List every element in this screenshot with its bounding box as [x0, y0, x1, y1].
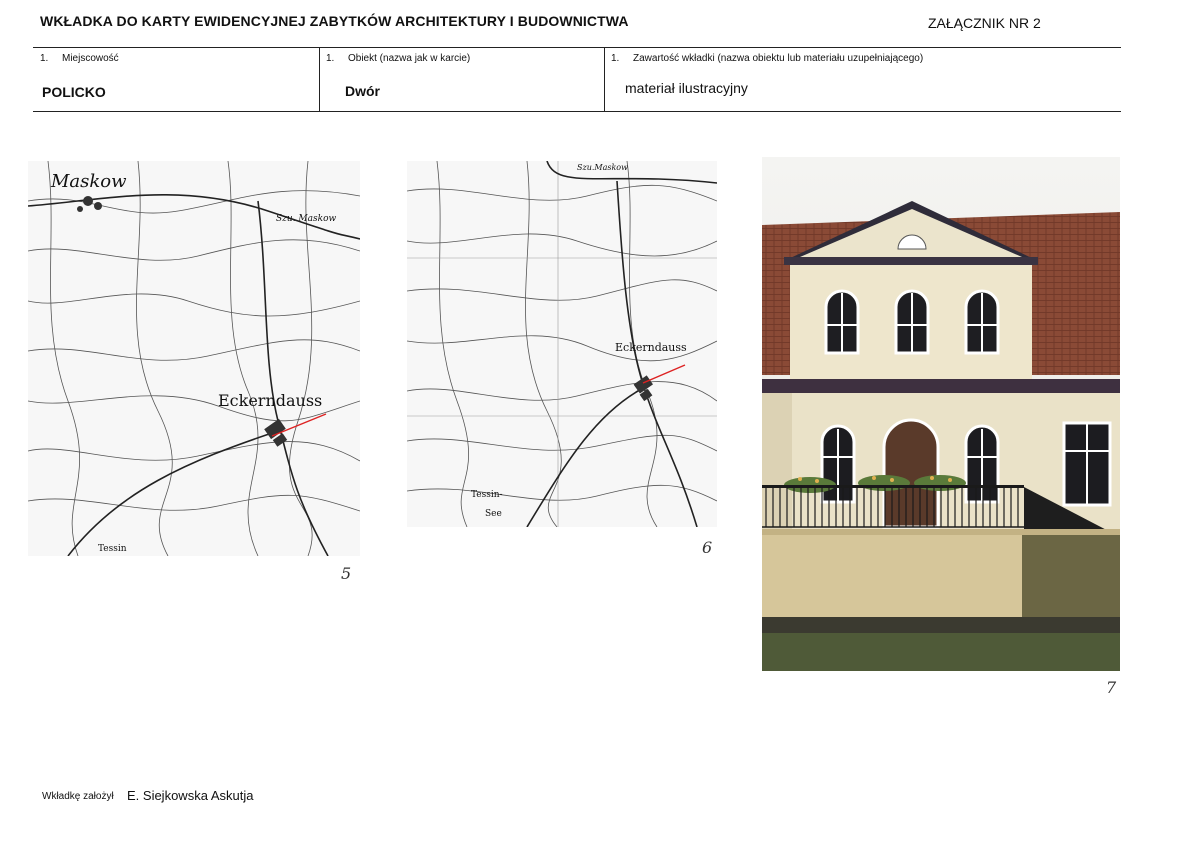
prepared-by-name: E. Siejkowska Askutja [127, 788, 254, 803]
field-label-text: Zawartość wkładki (nazwa obiektu lub mat… [633, 53, 924, 64]
manor-house-photo [762, 157, 1120, 671]
field-number: 1. [40, 53, 49, 64]
map-2-drawing: Szu.Maskow Eckerndauss Tessin- See [407, 161, 717, 527]
map-label: Eckerndauss [218, 391, 322, 410]
map-label: Tessin- [471, 490, 503, 500]
annex-number: ZAŁĄCZNIK NR 2 [928, 15, 1041, 31]
historic-map-2: Szu.Maskow Eckerndauss Tessin- See [407, 161, 717, 527]
map-label: See [485, 509, 502, 519]
contents-field-value: materiał ilustracyjny [625, 80, 748, 96]
historic-map-1: Maskow Eckerndauss Szu. Maskow Tessin [28, 161, 360, 556]
field-number: 1. [611, 53, 620, 64]
map-label: Szu.Maskow [577, 163, 628, 172]
form-column-divider [319, 48, 320, 111]
contents-field-label: 1. Zawartość wkładki (nazwa obiektu lub m… [611, 53, 923, 64]
document-page: WKŁADKA DO KARTY EWIDENCYJNEJ ZABYTKÓW A… [0, 0, 1199, 851]
map-label: Szu. Maskow [276, 214, 336, 224]
map-label: Maskow [50, 171, 127, 192]
locality-field-value: POLICKO [42, 84, 106, 100]
manor-house-illustration [762, 157, 1120, 671]
field-label-text: Obiekt (nazwa jak w karcie) [348, 53, 471, 64]
map-1-drawing: Maskow Eckerndauss Szu. Maskow Tessin [28, 161, 360, 556]
document-title: WKŁADKA DO KARTY EWIDENCYJNEJ ZABYTKÓW A… [40, 13, 629, 29]
form-bottom-rule [33, 111, 1121, 112]
locality-field-label: 1. Miejscowość [40, 53, 119, 64]
form-column-divider [604, 48, 605, 111]
prepared-by-label: Wkładkę założył [42, 791, 114, 802]
map-label: Tessin [98, 544, 127, 554]
figure-number: 6 [702, 538, 713, 557]
form-top-rule [33, 47, 1121, 48]
field-label-text: Miejscowość [62, 53, 119, 64]
map-label: Eckerndauss [615, 341, 687, 354]
object-field-label: 1. Obiekt (nazwa jak w karcie) [326, 53, 470, 64]
field-number: 1. [326, 53, 335, 64]
object-field-value: Dwór [345, 83, 380, 99]
figure-number: 7 [1106, 678, 1117, 697]
figure-number: 5 [341, 564, 352, 583]
